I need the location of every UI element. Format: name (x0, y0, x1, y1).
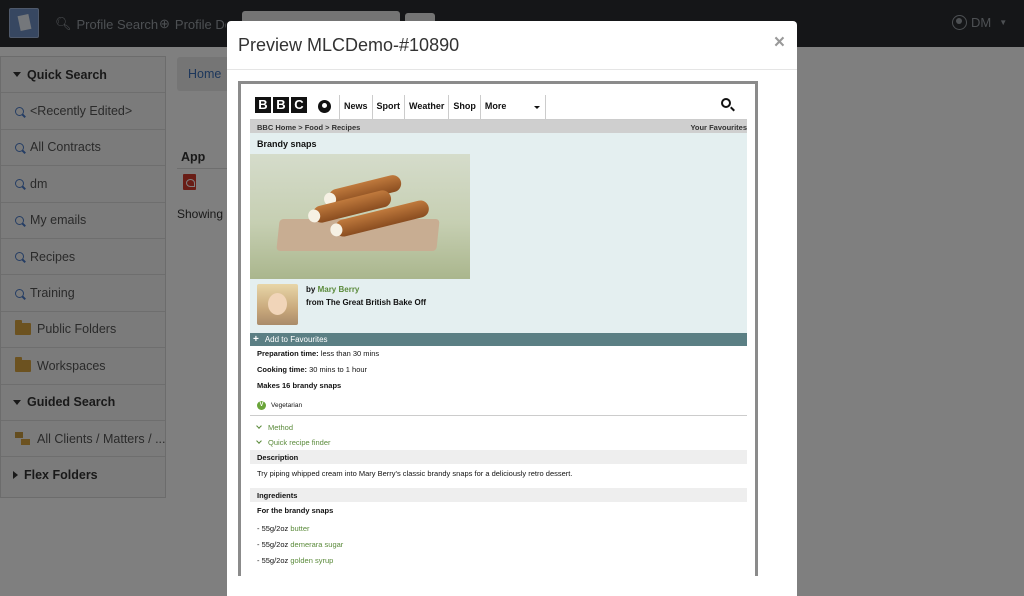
bbc-nav-shop: Shop (448, 95, 480, 119)
modal-header: Preview MLCDemo-#10890 × (227, 21, 797, 70)
author-photo (257, 284, 298, 325)
recipe-header-panel: Brandy snaps by Mary Berry from The Grea… (250, 133, 747, 333)
add-to-favourites-bar: + Add to Favourites (250, 333, 747, 346)
vegetarian-badge: V Vegetarian (257, 397, 747, 413)
chevron-down-icon (256, 438, 262, 444)
recipe-toggles: Method Quick recipe finder (250, 416, 747, 450)
recipe-title: Brandy snaps (257, 139, 317, 149)
bbc-nav-sport: Sport (371, 95, 405, 119)
description-heading: Description (250, 450, 747, 464)
recipe-photo (250, 154, 470, 279)
ingredients-subheading: For the brandy snaps (257, 506, 334, 515)
bbc-logo: B B C (255, 97, 307, 113)
close-icon[interactable]: × (774, 32, 785, 54)
author-link: Mary Berry (317, 285, 360, 294)
your-favourites-link: Your Favourites (690, 123, 747, 132)
author-line: by Mary Berry (306, 285, 360, 294)
source-line: from The Great British Bake Off (306, 298, 427, 307)
ingredient-item: - 55g/2oz golden syrup (257, 556, 334, 565)
preview-modal: Preview MLCDemo-#10890 × B B C News Spor… (227, 21, 797, 596)
ingredient-item: - 55g/2oz demerara sugar (257, 540, 344, 549)
description-text: Try piping whipped cream into Mary Berry… (257, 469, 573, 478)
method-toggle: Method (256, 420, 747, 435)
bbc-nav-more: More (479, 95, 546, 119)
plus-icon: + (253, 333, 259, 345)
vegetarian-icon: V (257, 400, 266, 410)
bbc-nav-news: News (339, 95, 372, 119)
bbc-nav-weather: Weather (404, 95, 448, 119)
ingredients-heading: Ingredients (250, 488, 747, 502)
account-icon (318, 100, 331, 113)
preview-page: B B C News Sport Weather Shop More BBC H… (250, 84, 747, 572)
bbc-breadcrumb: BBC Home > Food > Recipes Your Favourite… (250, 120, 747, 133)
ingredients-list: For the brandy snaps - 55g/2oz butter - … (250, 502, 747, 572)
search-icon (721, 98, 731, 108)
finder-toggle: Quick recipe finder (256, 435, 747, 450)
bbc-nav-links: News Sport Weather Shop More (339, 95, 546, 119)
chevron-down-icon (256, 423, 262, 429)
document-preview[interactable]: B B C News Sport Weather Shop More BBC H… (238, 81, 758, 576)
recipe-meta: Preparation time: less than 30 mins Cook… (250, 346, 747, 413)
modal-title: Preview MLCDemo-#10890 (238, 35, 460, 55)
bbc-nav-bar: B B C News Sport Weather Shop More (250, 84, 747, 120)
ingredient-item: - 55g/2oz butter (257, 524, 310, 533)
